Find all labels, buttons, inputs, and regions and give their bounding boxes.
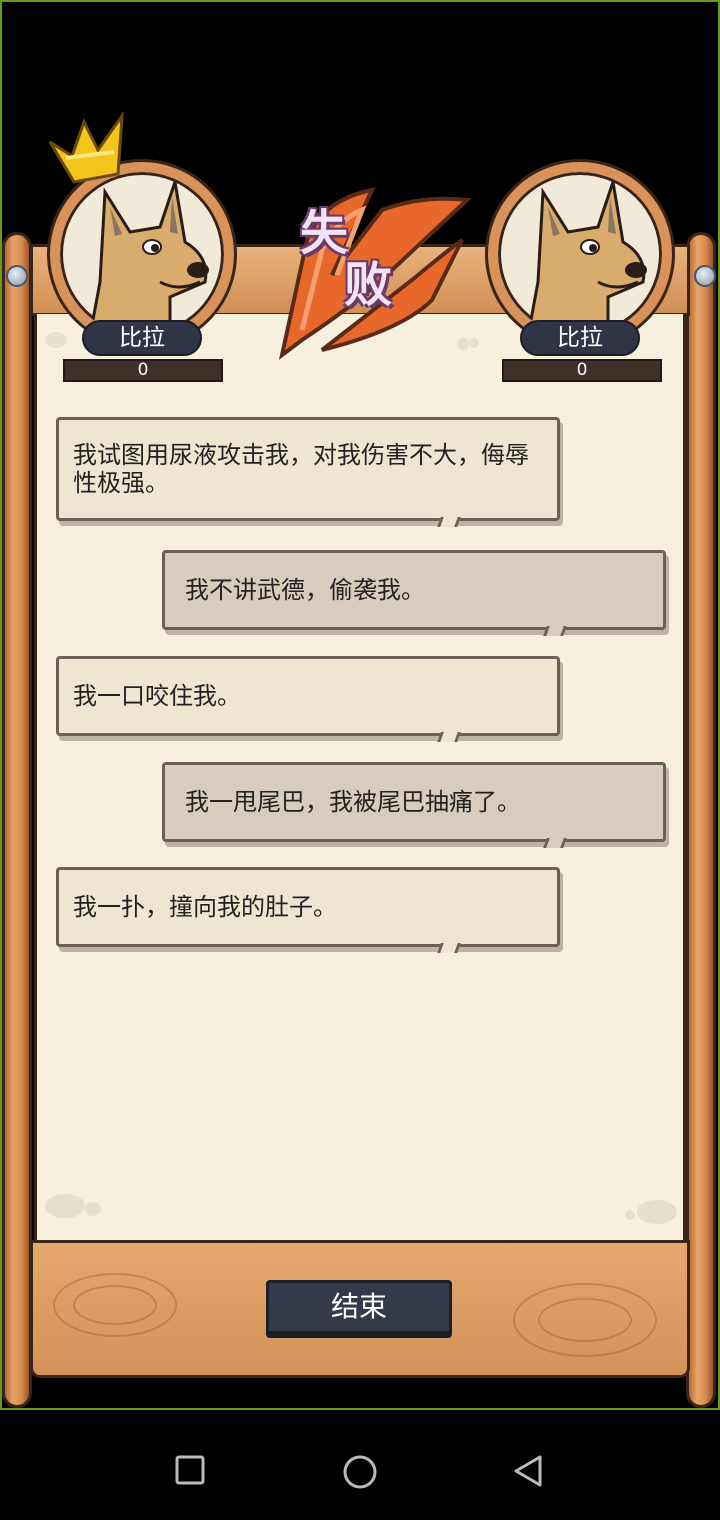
crown-icon xyxy=(48,112,124,184)
end-button[interactable]: 结束 xyxy=(266,1280,452,1334)
system-navigation-bar xyxy=(0,1410,720,1520)
message-text: 我试图用尿液攻击我，对我伤害不大，侮辱性极强。 xyxy=(73,441,529,497)
left-player-avatar xyxy=(50,162,234,346)
battle-message: 我不讲武德，偷袭我。 xyxy=(162,550,666,636)
dog-portrait-icon xyxy=(526,181,647,336)
right-bolt-icon xyxy=(694,265,716,287)
right-wood-post xyxy=(686,232,716,1408)
message-text: 我一扑，撞向我的肚子。 xyxy=(73,893,337,921)
result-title: 失 败 xyxy=(300,205,450,320)
square-icon[interactable] xyxy=(174,1454,206,1486)
left-wood-post xyxy=(2,232,32,1408)
message-text: 我一甩尾巴，我被尾巴抽痛了。 xyxy=(185,788,521,816)
result-char-1: 失 xyxy=(300,205,349,261)
message-text: 我一口咬住我。 xyxy=(73,682,241,710)
dog-portrait-icon xyxy=(88,181,209,336)
left-player-name: 比拉 xyxy=(82,320,202,356)
battle-message: 我一口咬住我。 xyxy=(56,656,560,742)
left-player-score: 0 xyxy=(63,359,223,382)
battle-message: 我一甩尾巴，我被尾巴抽痛了。 xyxy=(162,762,666,848)
message-text: 我不讲武德，偷袭我。 xyxy=(185,576,425,604)
left-bolt-icon xyxy=(6,265,28,287)
battle-message: 我试图用尿液攻击我，对我伤害不大，侮辱性极强。 xyxy=(56,417,560,527)
result-char-2: 败 xyxy=(344,257,393,313)
right-player-avatar xyxy=(488,162,672,346)
triangle-back-icon[interactable] xyxy=(512,1454,544,1488)
right-player-name: 比拉 xyxy=(520,320,640,356)
circle-icon[interactable] xyxy=(342,1454,378,1490)
battle-message: 我一扑，撞向我的肚子。 xyxy=(56,867,560,953)
right-player-score: 0 xyxy=(502,359,662,382)
